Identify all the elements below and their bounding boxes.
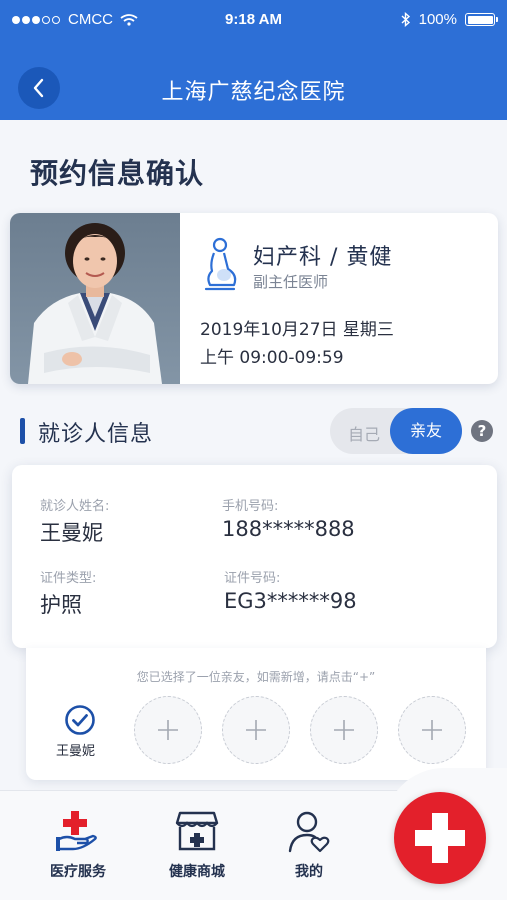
plus-icon xyxy=(334,720,354,740)
section-accent-bar xyxy=(20,418,25,444)
toggle-self[interactable]: 自己 xyxy=(348,421,380,445)
help-icon[interactable]: ? xyxy=(471,420,493,442)
doctor-card: 妇产科 / 黄健 副主任医师 2019年10月27日 星期三 上午 09:00-… xyxy=(10,213,498,384)
bluetooth-icon xyxy=(401,12,410,27)
battery-icon xyxy=(465,13,498,26)
medical-service-icon xyxy=(56,811,97,851)
id-type-label: 证件类型: xyxy=(40,571,97,586)
tab-medical-service[interactable]: 医疗服务 xyxy=(33,809,123,881)
plus-icon xyxy=(246,720,266,740)
red-cross-icon xyxy=(415,813,465,863)
add-friend-button[interactable] xyxy=(134,696,202,764)
check-circle-icon[interactable] xyxy=(64,704,96,736)
tab-label: 健康商城 xyxy=(169,864,225,880)
tab-health-store[interactable]: 健康商城 xyxy=(152,809,242,881)
appointment-date: 2019年10月27日 星期三 xyxy=(200,320,394,340)
toggle-friend[interactable]: 亲友 xyxy=(390,408,462,454)
emergency-fab-button[interactable] xyxy=(394,792,486,884)
status-bar: CMCC 9:18 AM 100% xyxy=(0,0,507,40)
health-store-icon xyxy=(175,811,219,851)
friend-picker: 您已选择了一位亲友，如需新增，请点击“+” 王曼妮 xyxy=(26,648,486,780)
tab-label: 医疗服务 xyxy=(50,864,106,880)
doctor-photo xyxy=(10,213,180,384)
tab-mine[interactable]: 我的 xyxy=(264,809,354,881)
battery-percent: 100% xyxy=(418,11,457,28)
patient-type-toggle[interactable]: 自己 亲友 xyxy=(330,408,462,454)
picker-hint: 您已选择了一位亲友，如需新增，请点击“+” xyxy=(136,670,376,684)
id-number-value: EG3******98 xyxy=(224,589,357,613)
id-type-value: 护照 xyxy=(40,593,82,617)
add-friend-button[interactable] xyxy=(222,696,290,764)
selected-friend-name[interactable]: 王曼妮 xyxy=(56,740,95,759)
hospital-title: 上海广慈纪念医院 xyxy=(161,80,346,105)
phone-value: 188*****888 xyxy=(222,517,355,541)
status-right: 100% xyxy=(401,11,498,28)
id-number-label: 证件号码: xyxy=(224,571,281,586)
add-friend-button[interactable] xyxy=(310,696,378,764)
name-label: 就诊人姓名: xyxy=(40,499,110,514)
tab-label: 我的 xyxy=(295,864,323,880)
phone-label: 手机号码: xyxy=(222,499,279,514)
page-title: 预约信息确认 xyxy=(30,157,205,190)
plus-icon xyxy=(158,720,178,740)
user-heart-icon xyxy=(288,811,330,853)
name-value: 王曼妮 xyxy=(40,521,103,545)
add-friend-button[interactable] xyxy=(398,696,466,764)
plus-icon xyxy=(422,720,442,740)
doctor-title: 副主任医师 xyxy=(253,273,329,291)
patient-section-title: 就诊人信息 xyxy=(38,422,154,447)
doctor-department-name: 妇产科 / 黄健 xyxy=(253,245,393,270)
appointment-time: 上午 09:00-09:59 xyxy=(200,348,344,368)
patient-info-card: 就诊人姓名: 王曼妮 手机号码: 188*****888 证件类型: 护照 证件… xyxy=(12,465,497,648)
obstetrics-icon xyxy=(204,237,237,291)
